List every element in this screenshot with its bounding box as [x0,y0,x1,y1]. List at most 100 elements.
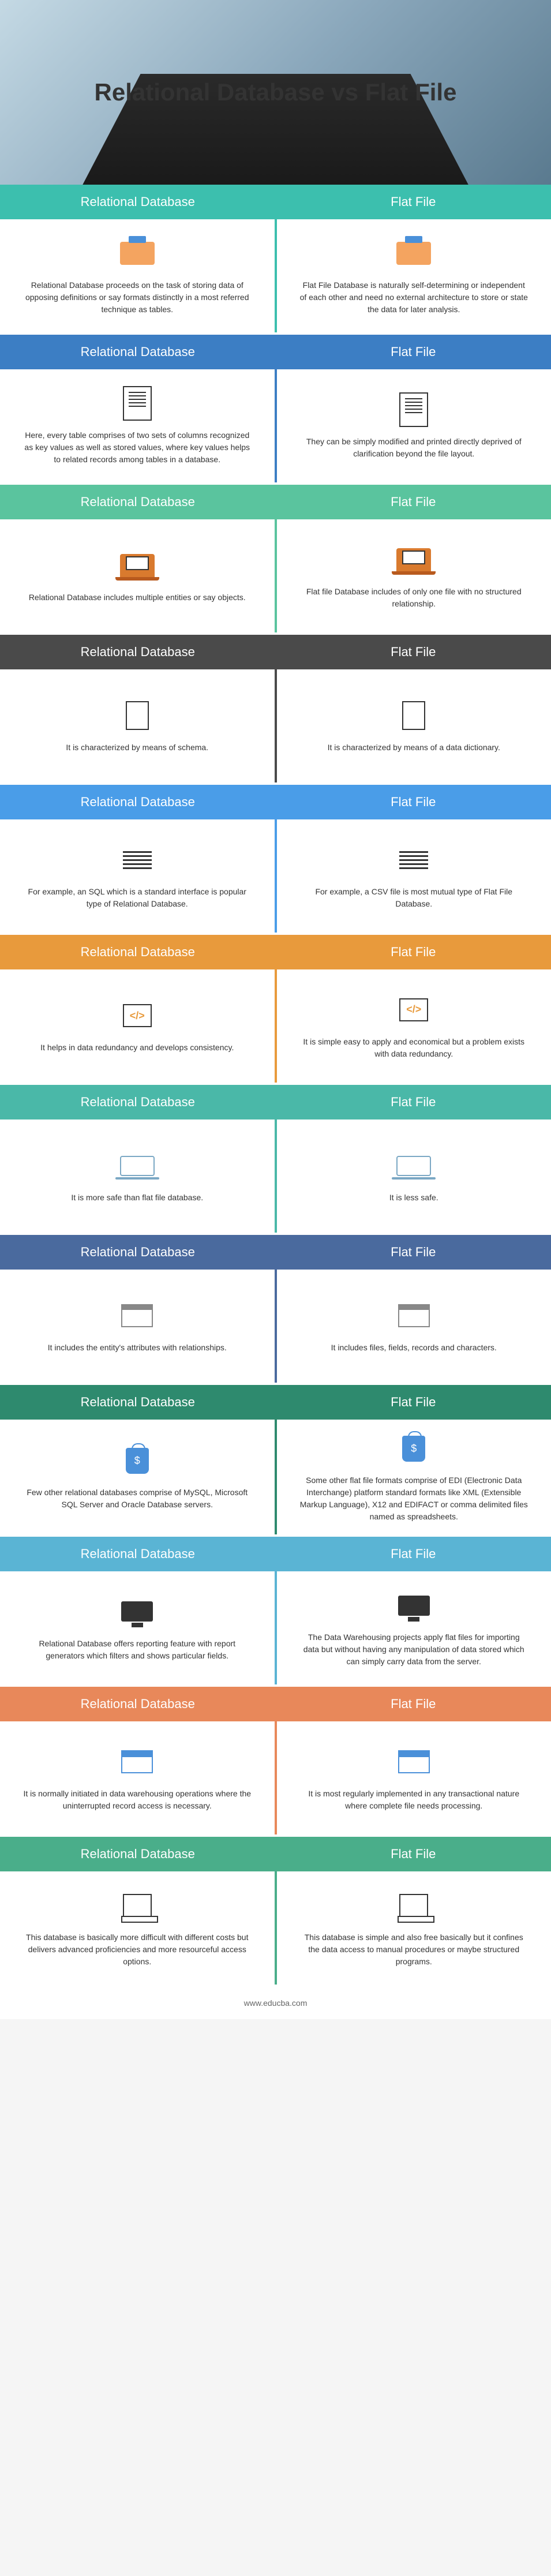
comparison-row: It is characterized by means of schema. … [0,669,551,785]
left-header: Relational Database [0,935,276,969]
code-icon: </> [391,993,437,1027]
left-header: Relational Database [0,785,276,819]
right-header: Flat File [276,1837,551,1871]
left-cell: Relational Database includes multiple en… [0,519,275,632]
comparison-header: Relational Database Flat File [0,1537,551,1571]
left-text: It includes the entity's attributes with… [48,1342,227,1354]
left-cell: It includes the entity's attributes with… [0,1270,275,1383]
left-cell: Relational Database offers reporting fea… [0,1571,275,1684]
left-text: It is normally initiated in data warehou… [23,1788,252,1812]
left-header: Relational Database [0,1837,276,1871]
hero-section: Relational Database vs Flat File [0,0,551,185]
right-cell: The Data Warehousing projects apply flat… [277,1571,551,1684]
left-text: It is characterized by means of schema. [66,742,208,754]
comparison-row: It is normally initiated in data warehou… [0,1721,551,1837]
left-text: Here, every table comprises of two sets … [23,429,252,466]
comparison-row: This database is basically more difficul… [0,1871,551,1987]
left-text: It helps in data redundancy and develops… [40,1042,234,1054]
doc-icon [391,392,437,427]
laptop-open-icon [114,1148,160,1183]
left-header: Relational Database [0,185,276,219]
left-text: Relational Database includes multiple en… [29,591,246,604]
right-header: Flat File [276,1235,551,1270]
left-header: Relational Database [0,485,276,519]
lines-icon [391,843,437,877]
right-cell: $ Some other flat file formats comprise … [277,1420,551,1534]
monitor-icon [114,1594,160,1629]
comparison-header: Relational Database Flat File [0,635,551,669]
right-text: It is less safe. [389,1192,438,1204]
left-cell: It is normally initiated in data warehou… [0,1721,275,1834]
right-text: It includes files, fields, records and c… [331,1342,497,1354]
left-cell: </> It helps in data redundancy and deve… [0,969,275,1083]
right-cell: </> It is simple easy to apply and econo… [277,969,551,1083]
right-header: Flat File [276,785,551,819]
left-text: Few other relational databases comprise … [23,1487,252,1511]
left-cell: $ Few other relational databases compris… [0,1420,275,1534]
left-text: This database is basically more difficul… [23,1931,252,1968]
left-header: Relational Database [0,1687,276,1721]
right-text: Flat File Database is naturally self-det… [300,279,528,316]
right-text: It is simple easy to apply and economica… [300,1036,528,1060]
right-text: Some other flat file formats comprise of… [300,1474,528,1523]
left-cell: Here, every table comprises of two sets … [0,369,275,482]
money-icon: $ [114,1443,160,1478]
comparison-header: Relational Database Flat File [0,1085,551,1119]
monitor-icon [391,1588,437,1623]
left-header: Relational Database [0,1537,276,1571]
browser-icon [391,1744,437,1779]
comparison-row: It is more safe than flat file database.… [0,1119,551,1235]
money-icon: $ [391,1431,437,1466]
comparison-row: It includes the entity's attributes with… [0,1270,551,1385]
comparison-header: Relational Database Flat File [0,335,551,369]
browser-icon [114,1744,160,1779]
right-text: This database is simple and also free ba… [300,1931,528,1968]
left-header: Relational Database [0,335,276,369]
left-cell: Relational Database proceeds on the task… [0,219,275,332]
left-text: For example, an SQL which is a standard … [23,886,252,910]
left-text: Relational Database offers reporting fea… [23,1638,252,1662]
right-text: For example, a CSV file is most mutual t… [300,886,528,910]
window-icon [391,1298,437,1333]
desk-icon [114,236,160,271]
right-cell: Flat File Database is naturally self-det… [277,219,551,332]
right-text: It is characterized by means of a data d… [328,742,500,754]
right-text: Flat file Database includes of only one … [300,586,528,610]
comparison-header: Relational Database Flat File [0,935,551,969]
right-header: Flat File [276,1687,551,1721]
laptop-open-icon [391,1148,437,1183]
left-header: Relational Database [0,1385,276,1420]
right-cell: They can be simply modified and printed … [277,369,551,482]
left-text: It is more safe than flat file database. [71,1192,203,1204]
left-header: Relational Database [0,1235,276,1270]
right-text: The Data Warehousing projects apply flat… [300,1631,528,1668]
right-header: Flat File [276,1537,551,1571]
right-text: It is most regularly implemented in any … [300,1788,528,1812]
right-header: Flat File [276,935,551,969]
right-cell: This database is simple and also free ba… [277,1871,551,1985]
right-header: Flat File [276,485,551,519]
left-header: Relational Database [0,635,276,669]
comparison-header: Relational Database Flat File [0,485,551,519]
comparison-header: Relational Database Flat File [0,1837,551,1871]
desk-icon [391,236,437,271]
laptop-icon [391,542,437,577]
comparison-row: Here, every table comprises of two sets … [0,369,551,485]
comparison-header: Relational Database Flat File [0,1385,551,1420]
comparison-header: Relational Database Flat File [0,1235,551,1270]
laptop-icon [114,548,160,583]
left-cell: It is characterized by means of schema. [0,669,275,782]
right-header: Flat File [276,635,551,669]
comparison-header: Relational Database Flat File [0,185,551,219]
right-cell: Flat file Database includes of only one … [277,519,551,632]
left-cell: This database is basically more difficul… [0,1871,275,1985]
page-icon [391,698,437,733]
footer-url: www.educba.com [0,1987,551,2019]
comparison-row: Relational Database offers reporting fea… [0,1571,551,1687]
comparison-row: </> It helps in data redundancy and deve… [0,969,551,1085]
right-cell: It includes files, fields, records and c… [277,1270,551,1383]
doc-icon [114,386,160,421]
page-icon [114,698,160,733]
right-header: Flat File [276,1385,551,1420]
right-cell: For example, a CSV file is most mutual t… [277,819,551,933]
